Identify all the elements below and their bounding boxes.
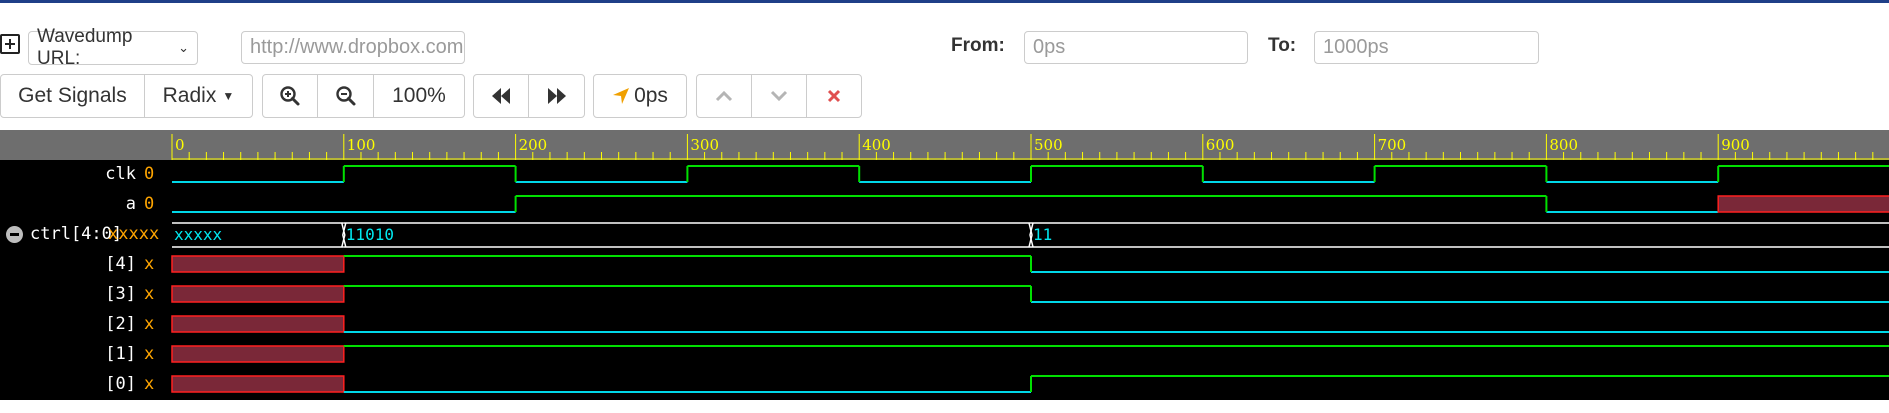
edge-nav-group (473, 74, 585, 118)
url-input[interactable]: http://www.dropbox.com (241, 31, 465, 64)
zoom-out-button[interactable] (318, 75, 374, 117)
prev-edge-button[interactable] (474, 75, 530, 117)
caret-down-icon: ▼ (222, 89, 235, 103)
window-top-stripe (0, 0, 1889, 3)
to-label: To: (1268, 35, 1297, 56)
bus-value-label: xxxxx (174, 225, 223, 244)
ruler-tick-label: 500 (1034, 136, 1063, 154)
location-arrow-icon (613, 88, 630, 104)
cursor-time-value: 0ps (634, 84, 668, 107)
undefined-region (171, 375, 345, 393)
wavedump-url-select[interactable]: Wavedump URL: ⌄ (28, 26, 198, 69)
from-input[interactable]: 0ps (1024, 31, 1248, 64)
undefined-region (171, 285, 345, 303)
ruler-tick-label: 400 (862, 136, 891, 154)
close-icon (827, 89, 840, 103)
zoom-out-icon (335, 86, 356, 106)
zoom-level-display: 100% (392, 84, 446, 107)
zoom-in-button[interactable] (263, 75, 319, 117)
next-edge-button[interactable] (529, 75, 584, 117)
ruler-tick-label: 900 (1721, 136, 1750, 154)
ruler-tick-label: 600 (1206, 136, 1235, 154)
undefined-region (1717, 195, 1889, 213)
add-file-icon[interactable] (0, 34, 20, 54)
undefined-region (171, 315, 345, 333)
undefined-region (171, 345, 345, 363)
row-edit-group (696, 74, 862, 118)
ruler-tick-label: 100 (347, 136, 376, 154)
ruler-tick-label: 0 (175, 136, 185, 154)
undefined-region (171, 255, 345, 273)
waveform-viewer[interactable]: clk 0 a 0 ctrl[4:0] xxxxx [4] x [3] x [2… (0, 130, 1889, 400)
cursor-time-inner: 0ps (594, 75, 686, 117)
bus-value-label: 11010 (346, 225, 394, 244)
zoom-in-icon (280, 86, 300, 106)
fast-forward-icon (547, 88, 566, 104)
fast-backward-icon (492, 88, 510, 104)
chevron-down-icon: ⌄ (178, 40, 189, 55)
move-up-button[interactable] (697, 75, 753, 117)
from-label: From: (951, 35, 1005, 56)
to-input-placeholder: 1000ps (1323, 36, 1389, 58)
remove-signal-button[interactable] (807, 75, 861, 117)
waveform-canvas[interactable]: 0 100 200 300 400 500 600 700 800 900 xxxxx 11010 11 (0, 130, 1889, 400)
zoom-group: 100% (262, 74, 465, 118)
to-input[interactable]: 1000ps (1314, 31, 1539, 64)
ruler-tick-label: 800 (1549, 136, 1578, 154)
from-input-placeholder: 0ps (1033, 36, 1066, 58)
radix-label: Radix (162, 84, 217, 107)
ruler-tick-label: 300 (690, 136, 719, 154)
bus-value-label: 11 (1033, 225, 1052, 244)
get-signals-button[interactable]: Get Signals (1, 75, 145, 117)
ruler-tick-label: 200 (519, 136, 548, 154)
cursor-time-button[interactable]: 0ps (593, 74, 687, 118)
radix-dropdown-button[interactable]: Radix ▼ (145, 75, 252, 117)
signals-group: Get Signals Radix ▼ (0, 74, 253, 118)
ruler-tick-label: 700 (1378, 136, 1407, 154)
chevron-down-icon (770, 90, 788, 102)
url-input-placeholder: http://www.dropbox.com (250, 36, 464, 58)
chevron-up-icon (716, 90, 733, 102)
wavedump-url-select-label: Wavedump URL: (37, 26, 133, 69)
move-down-button[interactable] (752, 75, 807, 117)
